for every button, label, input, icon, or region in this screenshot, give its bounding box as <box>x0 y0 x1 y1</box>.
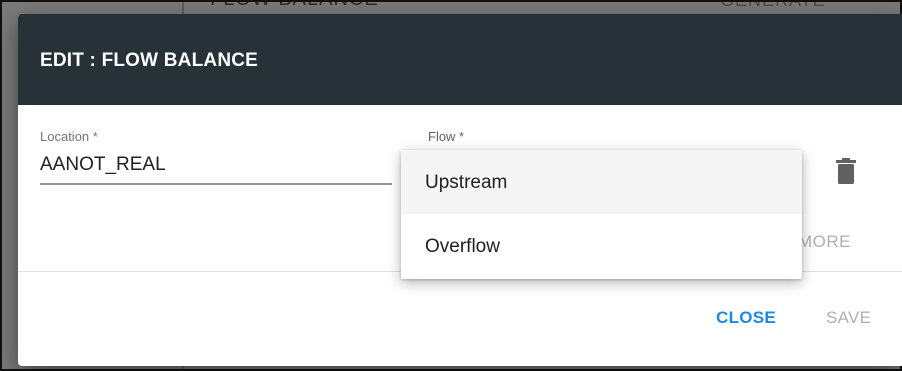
dialog-header: EDIT : FLOW BALANCE <box>18 14 902 105</box>
more-button[interactable]: MORE <box>798 232 851 252</box>
save-button[interactable]: SAVE <box>826 308 871 328</box>
location-field[interactable]: AANOT_REAL <box>40 154 166 176</box>
flow-option-label: Overflow <box>425 236 500 257</box>
flow-dropdown-menu: Upstream Overflow <box>401 150 802 279</box>
trash-icon[interactable] <box>836 158 856 184</box>
close-button[interactable]: CLOSE <box>716 308 776 328</box>
flow-option-upstream[interactable]: Upstream <box>401 150 802 214</box>
location-label: Location * <box>40 129 98 144</box>
dialog-title: EDIT : FLOW BALANCE <box>40 50 259 71</box>
flow-option-overflow[interactable]: Overflow <box>401 214 802 278</box>
flow-option-label: Upstream <box>425 172 508 193</box>
location-underline <box>40 183 392 185</box>
flow-label: Flow * <box>428 129 465 144</box>
